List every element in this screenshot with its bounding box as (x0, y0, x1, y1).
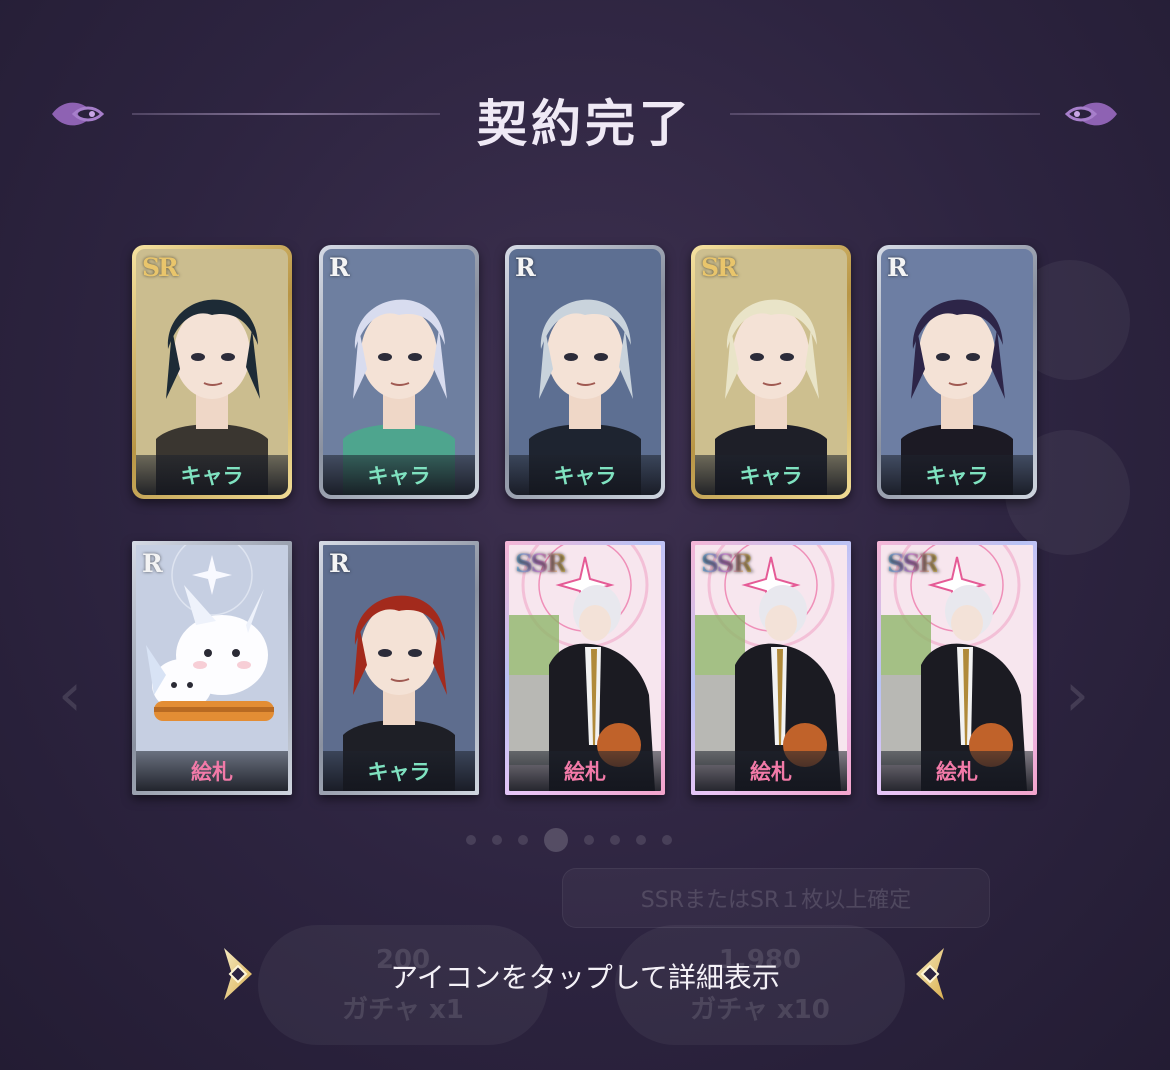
card-type-label: 絵札 (695, 751, 847, 791)
result-card[interactable]: SR キャラ (691, 245, 851, 499)
result-card[interactable]: SR キャラ (132, 245, 292, 499)
rarity-badge: R (142, 549, 163, 578)
ornament-right-icon (1065, 102, 1117, 126)
chevron-left-icon (916, 948, 944, 1000)
card-type-label: 絵札 (509, 751, 661, 791)
background-page-dots (466, 828, 672, 852)
card-type-label: キャラ (136, 455, 288, 495)
rarity-badge: SSR (701, 549, 753, 578)
background-prev-arrow-icon: ‹ (58, 660, 82, 730)
card-type-label: キャラ (323, 751, 475, 791)
page-title: 契約完了 (477, 95, 693, 153)
tap-hint-text: アイコンをタップして詳細表示 (390, 961, 780, 994)
card-type-label: 絵札 (881, 751, 1033, 791)
result-card[interactable]: R キャラ (319, 541, 479, 795)
result-card[interactable]: SSR 絵札 (505, 541, 665, 795)
card-type-label: キャラ (881, 455, 1033, 495)
result-card[interactable]: R 絵札 (132, 541, 292, 795)
rarity-badge: R (515, 253, 536, 282)
header-rule-right (730, 113, 1040, 115)
card-type-label: 絵札 (136, 751, 288, 791)
card-type-label: キャラ (323, 455, 475, 495)
rarity-badge: SSR (515, 549, 567, 578)
background-next-arrow-icon: › (1065, 660, 1089, 730)
background-guarantee-label: SSRまたはSR１枚以上確定 (562, 868, 990, 928)
card-type-label: キャラ (695, 455, 847, 495)
result-card[interactable]: R キャラ (319, 245, 479, 499)
rarity-badge: R (329, 253, 350, 282)
rarity-badge: R (329, 549, 350, 578)
rarity-badge: SR (701, 253, 738, 282)
result-card[interactable]: R キャラ (505, 245, 665, 499)
result-card[interactable]: SSR 絵札 (691, 541, 851, 795)
rarity-badge: SR (142, 253, 179, 282)
result-card[interactable]: R キャラ (877, 245, 1037, 499)
rarity-badge: SSR (887, 549, 939, 578)
rarity-badge: R (887, 253, 908, 282)
result-header: 契約完了 (0, 78, 1170, 158)
card-type-label: キャラ (509, 455, 661, 495)
result-card[interactable]: SSR 絵札 (877, 541, 1037, 795)
